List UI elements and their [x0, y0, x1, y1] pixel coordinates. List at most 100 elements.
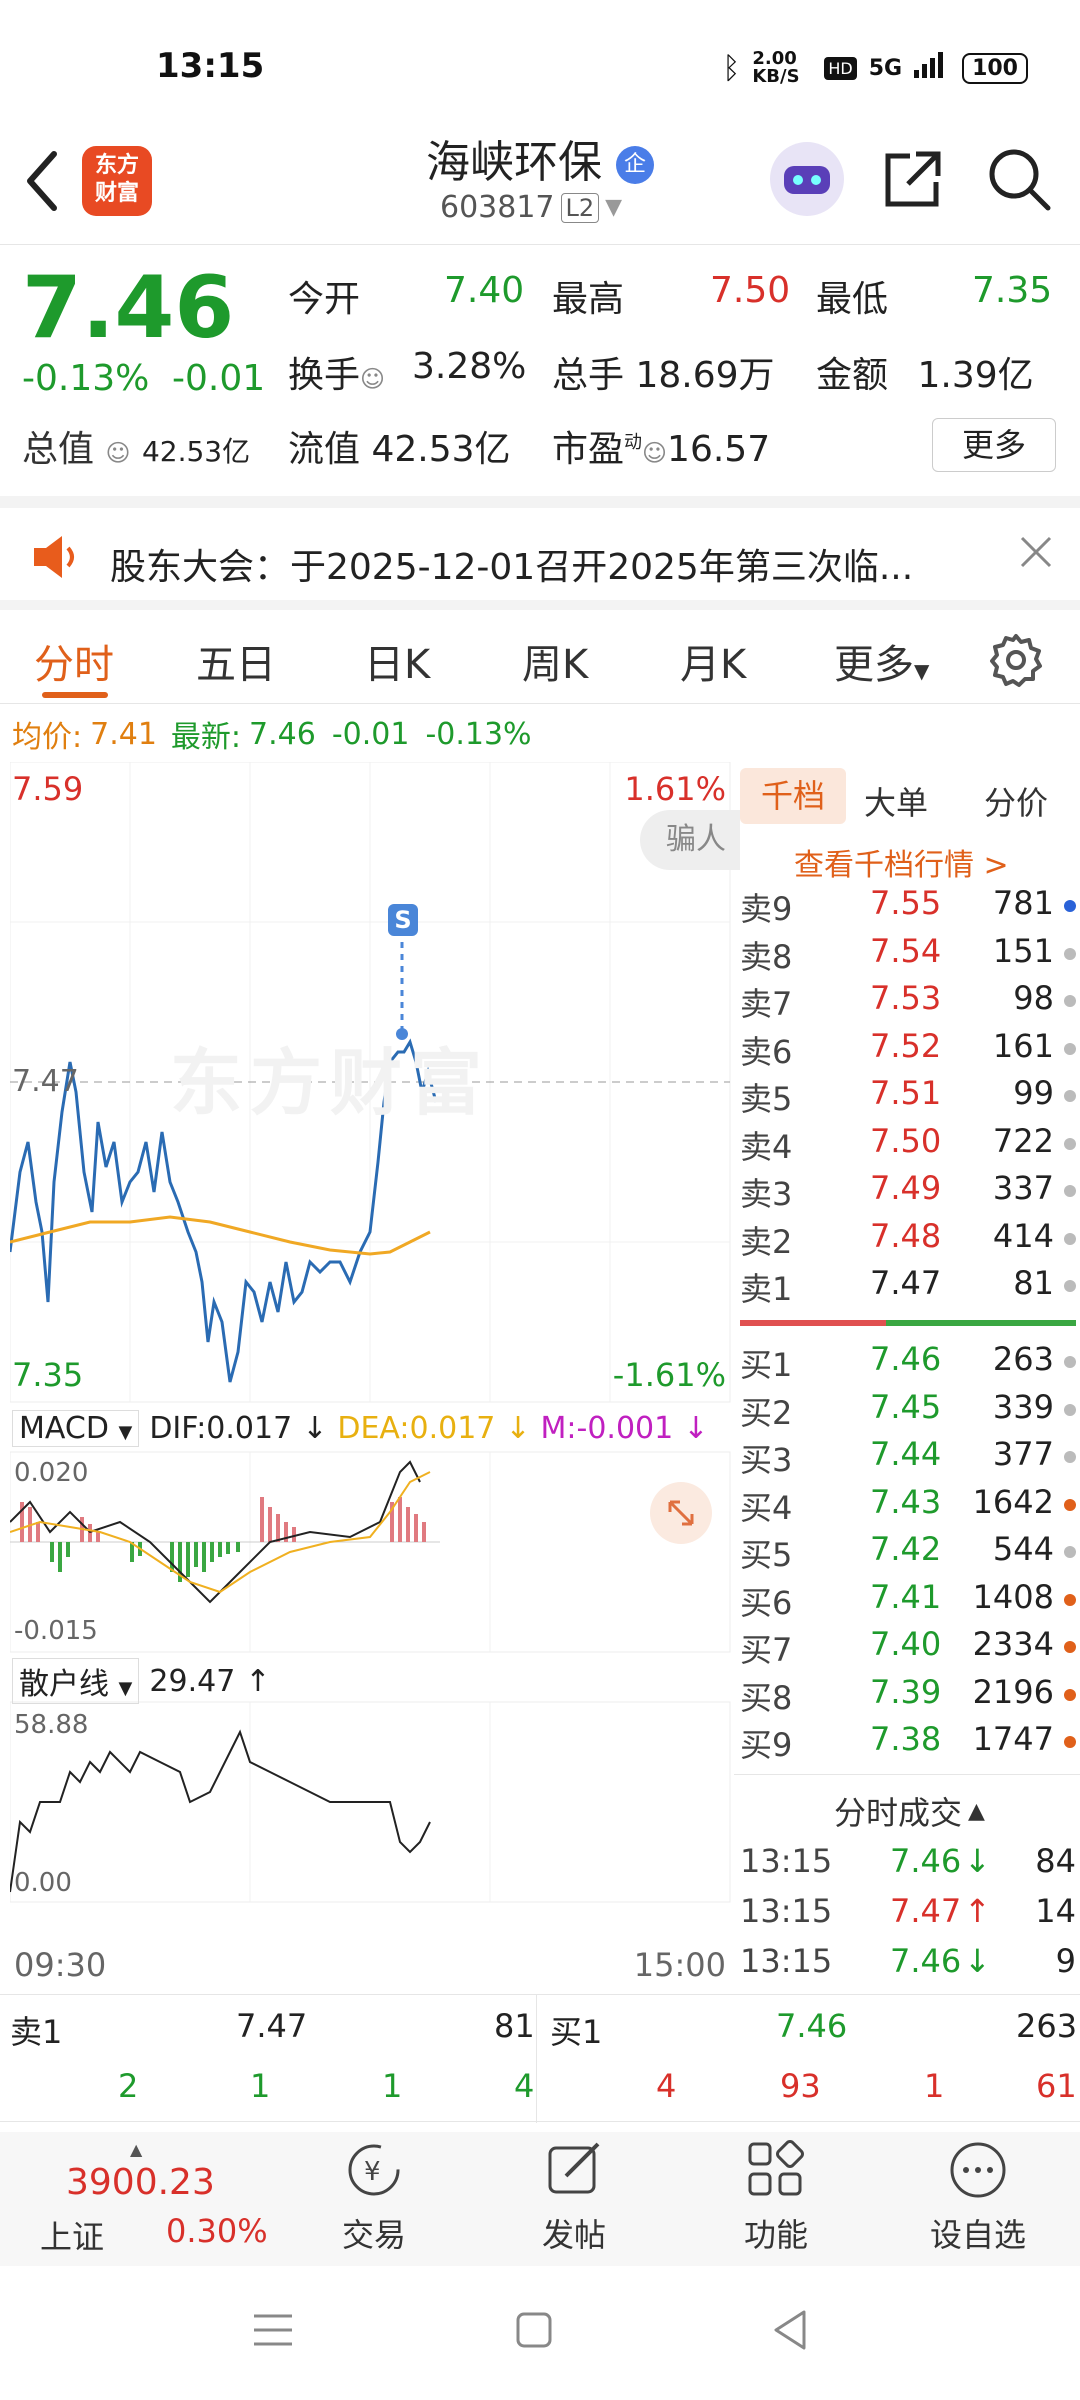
view-qiandang-link[interactable]: 查看千档行情 > — [794, 840, 1009, 884]
bid-price: 7.42 — [870, 1530, 942, 1568]
trade-row[interactable]: 13:15 7.47 ↑ 14 — [740, 1892, 1076, 1938]
tab-intraday[interactable]: 分时 — [34, 632, 114, 690]
info-icon[interactable]: ☺ — [105, 439, 130, 467]
back-nav-icon[interactable] — [770, 2308, 810, 2356]
intraday-chart[interactable]: 7.59 1.61% 7.35 -1.61% 7.47 东方财富 骗人 S MA… — [10, 762, 740, 1994]
ask-price: 7.51 — [870, 1074, 942, 1112]
change-value: -0.01 — [172, 358, 266, 399]
info-icon[interactable]: ☺ — [360, 365, 385, 393]
bid-row[interactable]: 买3 7.44 377 — [740, 1435, 1076, 1481]
ask-row[interactable]: 卖3 7.49 337 — [740, 1169, 1076, 1215]
ask-price: 7.55 — [870, 884, 942, 922]
nav-add-watchlist[interactable]: 设自选 — [898, 2138, 1058, 2256]
search-icon[interactable] — [986, 146, 1052, 216]
nav-add-watchlist-label: 设自选 — [929, 2216, 1026, 2254]
retail-selector[interactable]: 散户线 ▼ — [12, 1658, 140, 1704]
info-icon[interactable]: ☺ — [642, 439, 667, 467]
float-label: 流值 — [288, 429, 361, 470]
logo-line2: 财富 — [94, 181, 139, 206]
tab-daily-k[interactable]: 日K — [364, 632, 430, 690]
ask-row[interactable]: 卖1 7.47 81 — [740, 1264, 1076, 1310]
latest-pct: -0.13% — [425, 716, 532, 752]
ask-row[interactable]: 卖7 7.53 98 — [740, 979, 1076, 1025]
app-logo[interactable]: 东方 财富 — [82, 146, 152, 216]
level-badge: L2 — [560, 192, 600, 223]
ask-row[interactable]: 卖5 7.51 99 — [740, 1074, 1076, 1120]
dot-indicator — [1064, 1593, 1076, 1606]
strip-right-num: 4 — [656, 2067, 677, 2105]
tab-weekly-k[interactable]: 周K — [522, 632, 588, 690]
more-button[interactable]: 更多 — [932, 418, 1056, 472]
nav-function[interactable]: 功能 — [696, 2138, 856, 2256]
down-arrow-icon: ↓ — [505, 1411, 531, 1446]
chevron-down-icon: ▼ — [118, 1422, 133, 1443]
settings-gear-icon[interactable] — [988, 632, 1044, 692]
bid-row[interactable]: 买6 7.41 1408 — [740, 1578, 1076, 1624]
float-value: 42.53亿 — [371, 429, 511, 470]
stock-code-selector[interactable]: 603817 L2 ▼ — [440, 190, 622, 225]
notice-bar[interactable]: 股东大会：于2025-12-01召开2025年第三次临... — [0, 496, 1080, 600]
trade-price: 7.46 — [890, 1942, 962, 1980]
stock-name-text: 海峡环保 — [426, 137, 602, 188]
book-tab-big-order[interactable]: 大单 — [864, 778, 928, 824]
bid-level: 买1 — [740, 1346, 793, 1384]
bid-row[interactable]: 买7 7.40 2334 — [740, 1625, 1076, 1671]
nav-function-label: 功能 — [743, 2216, 808, 2254]
tab-more[interactable]: 更多▼ — [834, 632, 929, 690]
robot-assistant-icon[interactable] — [770, 142, 844, 216]
nav-post[interactable]: 发帖 — [494, 2138, 654, 2256]
trades-title[interactable]: 分时成交 ▲ — [834, 1788, 985, 1834]
dea-value: DEA:0.017 — [337, 1411, 496, 1446]
bid-row[interactable]: 买4 7.43 1642 — [740, 1483, 1076, 1529]
ask-row[interactable]: 卖9 7.55 781 — [740, 884, 1076, 930]
low-label: 最低 — [816, 279, 889, 320]
volume-label: 总手 — [552, 355, 625, 396]
trade-row[interactable]: 13:15 7.46 ↓ 84 — [740, 1842, 1076, 1888]
end-time: 15:00 — [633, 1946, 726, 1984]
tab-monthly-k[interactable]: 月K — [680, 632, 746, 690]
amount-label: 金额 — [816, 355, 889, 396]
chevron-up-icon: ▲ — [130, 2140, 143, 2159]
pe-label: 市盈 — [552, 429, 625, 470]
signal-marker[interactable]: S — [388, 906, 418, 934]
macd-selector[interactable]: MACD ▼ — [12, 1410, 140, 1447]
menu-icon[interactable] — [252, 2310, 294, 2354]
bid-row[interactable]: 买2 7.45 339 — [740, 1388, 1076, 1434]
ask-row[interactable]: 卖2 7.48 414 — [740, 1217, 1076, 1263]
dot-indicator — [1064, 1403, 1076, 1416]
bid-row[interactable]: 买5 7.42 544 — [740, 1530, 1076, 1576]
turnover: 换手☺ — [288, 346, 385, 398]
bid-level: 买2 — [740, 1393, 793, 1432]
svg-text:¥: ¥ — [364, 2157, 381, 2187]
bid-volume: 2334 — [972, 1625, 1054, 1663]
home-icon[interactable] — [514, 2310, 554, 2354]
ask-row[interactable]: 卖4 7.50 722 — [740, 1122, 1076, 1168]
trade-row[interactable]: 13:15 7.46 ↓ 9 — [740, 1942, 1076, 1988]
share-icon[interactable] — [880, 148, 944, 216]
bid-row[interactable]: 买8 7.39 2196 — [740, 1673, 1076, 1719]
strip-left-num: 4 — [514, 2067, 535, 2105]
retail-label: 散户线 — [19, 1667, 109, 1702]
strip-right-num: 61 — [1036, 2067, 1077, 2105]
trade-price: 7.46 — [890, 1842, 962, 1880]
high-label: 最高 — [552, 279, 625, 320]
ask-row[interactable]: 卖6 7.52 161 — [740, 1027, 1076, 1073]
chart-min-pct: -1.61% — [612, 1356, 726, 1394]
bid-row[interactable]: 买9 7.38 1747 — [740, 1720, 1076, 1766]
ask-row[interactable]: 卖8 7.54 151 — [740, 932, 1076, 978]
floating-tag[interactable]: 骗人 — [640, 810, 740, 870]
book-tab-price-dist[interactable]: 分价 — [984, 778, 1048, 824]
bid-row[interactable]: 买1 7.46 263 — [740, 1340, 1076, 1386]
book-tab-qiandang[interactable]: 千档 — [740, 768, 846, 824]
ask-level: 卖7 — [740, 985, 793, 1023]
expand-icon[interactable] — [650, 1482, 712, 1544]
back-icon[interactable] — [22, 146, 62, 220]
trade-icon: ¥ — [348, 2144, 400, 2196]
strip-left-num: 1 — [382, 2067, 403, 2105]
index-widget[interactable]: ▲ 3900.23 上证 0.30% — [10, 2140, 290, 2260]
tab-five-day[interactable]: 五日 — [196, 632, 276, 690]
bottom-nav: ▲ 3900.23 上证 0.30% ¥ 交易 发帖 功能 设自选 — [0, 2132, 1080, 2266]
nav-trade[interactable]: ¥ 交易 — [294, 2138, 454, 2256]
divider — [734, 1774, 1080, 1775]
close-icon[interactable] — [1018, 534, 1054, 574]
